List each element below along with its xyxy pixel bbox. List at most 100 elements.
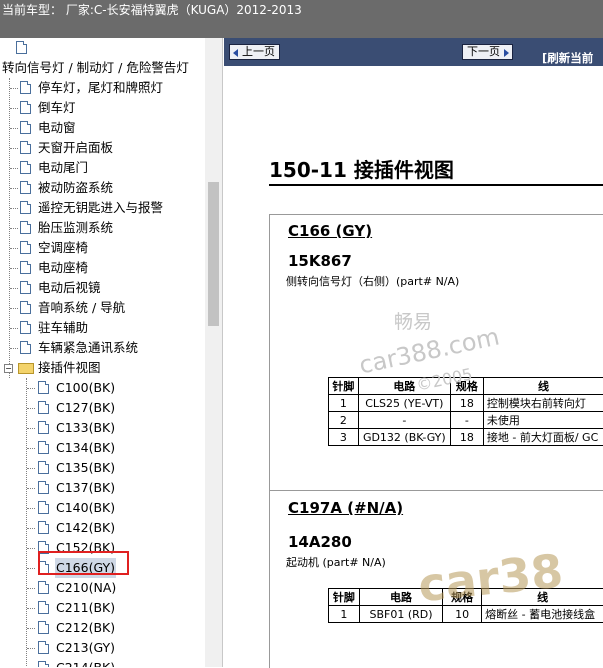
document-icon — [20, 301, 31, 314]
tree-connector-line — [27, 608, 35, 609]
document-icon — [38, 521, 49, 534]
document-icon — [38, 581, 49, 594]
tree-connector-line — [27, 428, 35, 429]
pin-cell: 2 — [329, 412, 359, 429]
table-row: 3 GD132 (BK-GY) 18 接地 - 前大灯面板/ GC — [329, 429, 603, 446]
document-icon — [38, 661, 49, 667]
document-icon — [38, 481, 49, 494]
tree-item-label: C100(BK) — [55, 378, 116, 398]
tree-item-label: 车辆紧急通讯系统 — [38, 338, 138, 358]
tree-item-label: C214(BK) — [55, 658, 116, 667]
document-icon — [20, 221, 31, 234]
connector-description: 起动机 (part# N/A) — [286, 554, 386, 570]
tree-connector-line — [27, 568, 35, 569]
tree-item-label: C140(BK) — [55, 498, 116, 518]
document-icon — [38, 621, 49, 634]
tree-connector-line — [27, 548, 35, 549]
collapse-toggle-icon[interactable]: − — [4, 364, 13, 373]
table-row: 1 SBF01 (RD) 10 熔断丝 - 蓄电池接线盒 — [329, 606, 603, 623]
folder-open-icon — [18, 363, 34, 374]
tree-item-label: C135(BK) — [55, 458, 116, 478]
tree-item-label: 天窗开启面板 — [38, 138, 113, 158]
document-icon — [20, 121, 31, 134]
header-pin: 针脚 — [329, 589, 360, 606]
tree-item-label: C213(GY) — [55, 638, 116, 658]
document-icon — [20, 241, 31, 254]
tree-item-label: 空调座椅 — [38, 238, 88, 258]
scrollbar-thumb[interactable] — [208, 182, 219, 326]
tree-item-label: 被动防盗系统 — [38, 178, 113, 198]
tree-connector-line — [10, 268, 18, 269]
document-icon — [38, 641, 49, 654]
tree-connector-line — [10, 128, 18, 129]
tree-connector-line — [27, 488, 35, 489]
part-number: 15K867 — [288, 252, 352, 270]
tree-connector-line — [27, 588, 35, 589]
previous-page-button[interactable]: 上一页 — [229, 44, 280, 60]
tree-item-label: 电动后视镜 — [38, 278, 101, 298]
document-icon — [38, 421, 49, 434]
description-cell: 未使用 — [483, 412, 603, 429]
tree-item-label: 遥控无钥匙进入与报警 — [38, 198, 163, 218]
document-icon — [38, 441, 49, 454]
table-row: 2 - - 未使用 — [329, 412, 603, 429]
tree-connector-line — [10, 148, 18, 149]
tree-connector-line — [27, 448, 35, 449]
table-row: 1 CLS25 (YE-VT) 18 控制模块右前转向灯 — [329, 395, 603, 412]
document-icon — [20, 261, 31, 274]
watermark-text: 畅易 — [394, 307, 432, 334]
tree-item-label: 胎压监测系统 — [38, 218, 113, 238]
tree-connector-line — [10, 108, 18, 109]
gauge-cell: - — [450, 412, 483, 429]
tree-connector-line — [27, 508, 35, 509]
tree-folder-label: 接插件视图 — [38, 358, 101, 378]
tree-connector-line — [27, 388, 35, 389]
tree-item-label: 音响系统 / 导航 — [38, 298, 125, 318]
document-icon — [20, 141, 31, 154]
connector-description: 侧转向信号灯（右侧）(part# N/A) — [286, 273, 459, 289]
tree-connector-line — [27, 408, 35, 409]
connector-block: C197A (#N/A) 14A280 起动机 (part# N/A) 针脚 电… — [269, 490, 603, 668]
connector-id: C166 (GY) — [288, 222, 372, 240]
tree-item-label: C134(BK) — [55, 438, 116, 458]
title-rule — [269, 184, 603, 186]
tree-item-label: C137(BK) — [55, 478, 116, 498]
tree-connector-line — [10, 188, 18, 189]
sidebar-scrollbar[interactable] — [205, 38, 222, 667]
description-cell: 接地 - 前大灯面板/ GC — [483, 429, 603, 446]
tree-item-unnamed[interactable] — [0, 38, 205, 58]
header-description: 线 — [483, 378, 603, 395]
tree-connector-line — [27, 648, 35, 649]
circuit-cell: CLS25 (YE-VT) — [358, 395, 450, 412]
pin-cell: 1 — [329, 395, 359, 412]
sidebar-tree-panel: 转向信号灯 / 制动灯 / 危险警告灯 停车灯，尾灯和牌照灯倒车灯电动窗天窗开启… — [0, 38, 223, 667]
tree-connector-line — [10, 228, 18, 229]
circuit-cell: - — [358, 412, 450, 429]
document-icon — [20, 281, 31, 294]
next-page-button[interactable]: 下一页 — [462, 44, 513, 60]
selection-highlight-box — [38, 551, 129, 575]
tree-connector-line — [10, 328, 18, 329]
tree-connector-line — [27, 628, 35, 629]
page-title: 150-11 接插件视图 — [269, 154, 454, 183]
tree-connector-line — [10, 348, 18, 349]
refresh-current-link[interactable]: [刷新当前 — [542, 50, 593, 66]
tree-item-label: C133(BK) — [55, 418, 116, 438]
pin-cell: 1 — [329, 606, 360, 623]
tree-item-label: 电动座椅 — [38, 258, 88, 278]
tree-item-label: C210(NA) — [55, 578, 117, 598]
document-icon — [20, 181, 31, 194]
tree-item-label: C127(BK) — [55, 398, 116, 418]
gauge-cell: 18 — [450, 395, 483, 412]
document-icon — [20, 341, 31, 354]
pinout-table: 针脚 电路 规格 线 1 CLS25 (YE-VT) 18 控制模块右前转向灯 … — [328, 377, 603, 446]
pin-cell: 3 — [329, 429, 359, 446]
header-pin: 针脚 — [329, 378, 359, 395]
circuit-cell: GD132 (BK-GY) — [358, 429, 450, 446]
gauge-cell: 18 — [450, 429, 483, 446]
tree-item-label: 倒车灯 — [38, 98, 76, 118]
document-icon — [20, 161, 31, 174]
tree-item-label: 停车灯，尾灯和牌照灯 — [38, 78, 163, 98]
document-icon — [38, 601, 49, 614]
document-icon — [38, 401, 49, 414]
